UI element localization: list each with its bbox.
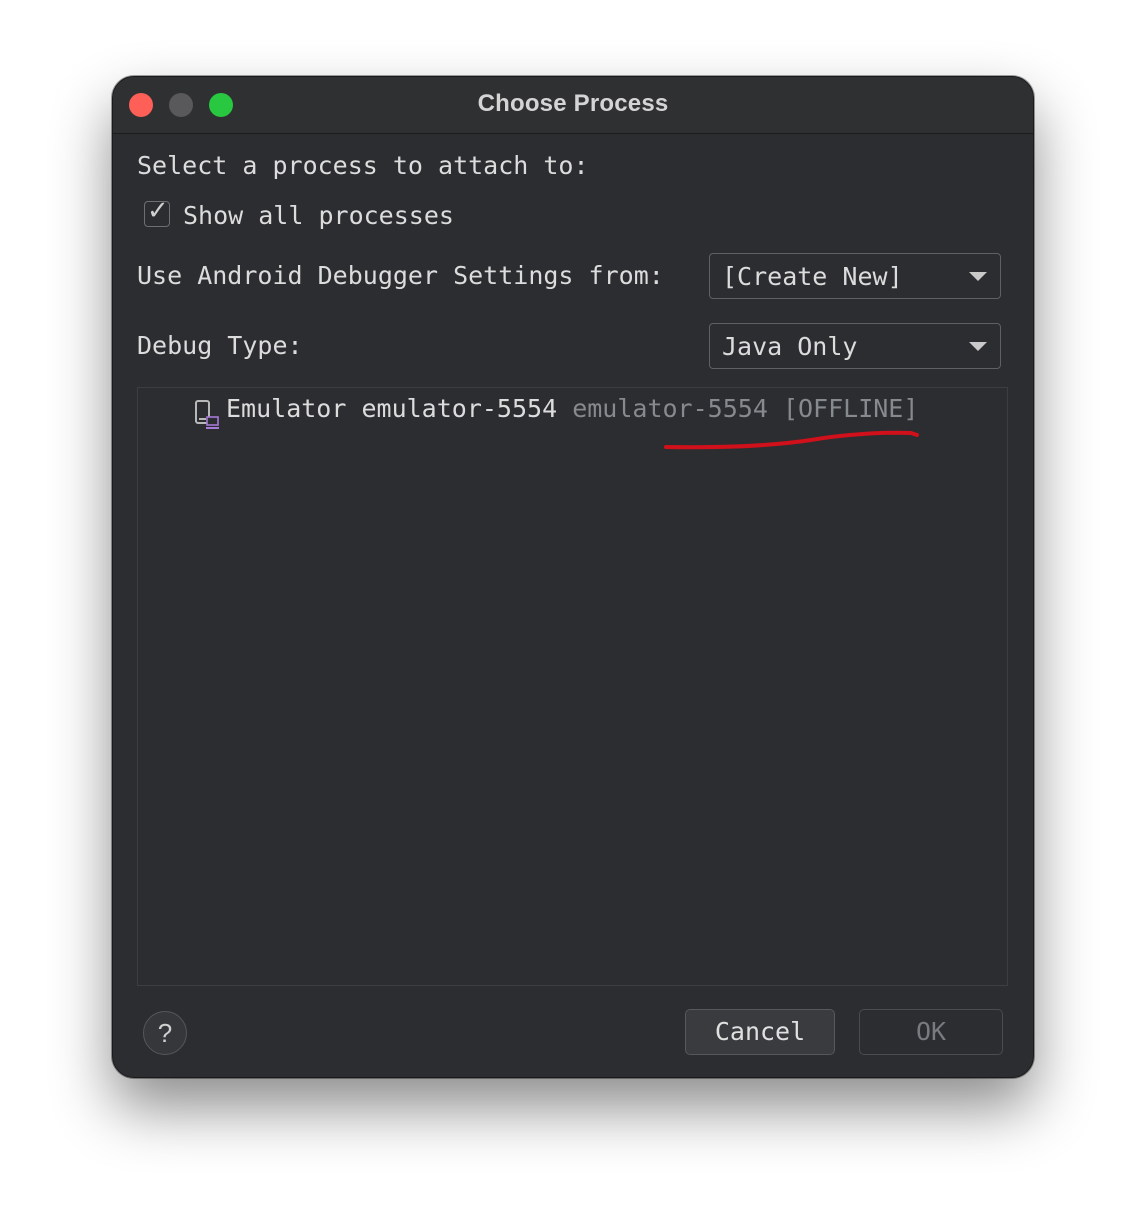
debug-type-dropdown[interactable]: Java Only <box>709 323 1001 369</box>
show-all-processes-label[interactable]: Show all processes <box>183 201 454 230</box>
debug-type-label: Debug Type: <box>137 331 303 360</box>
red-underline-annotation <box>664 430 919 450</box>
device-name: Emulator emulator-5554 <box>226 394 558 423</box>
process-list[interactable]: Emulator emulator-5554 emulator-5554 [OF… <box>137 387 1008 986</box>
title-bar: Choose Process <box>113 77 1033 134</box>
window-title: Choose Process <box>477 90 669 117</box>
debugger-settings-label: Use Android Debugger Settings from: <box>137 261 664 290</box>
help-button[interactable]: ? <box>143 1011 187 1055</box>
dropdown-arrow-icon <box>969 272 987 281</box>
debug-type-value: Java Only <box>722 332 858 361</box>
prompt-label: Select a process to attach to: <box>137 151 589 180</box>
device-status: [OFFLINE] <box>782 394 919 423</box>
choose-process-dialog: Choose Process Select a process to attac… <box>112 76 1034 1078</box>
debugger-settings-dropdown[interactable]: [Create New] <box>709 253 1001 299</box>
debugger-settings-value: [Create New] <box>722 262 903 291</box>
checkmark-icon: ✓ <box>147 196 169 226</box>
cancel-button[interactable]: Cancel <box>685 1009 835 1055</box>
device-icon <box>195 400 219 429</box>
device-serial: emulator-5554 <box>572 394 768 423</box>
dropdown-arrow-icon <box>969 342 987 351</box>
ok-button[interactable]: OK <box>859 1009 1003 1055</box>
show-all-processes-checkbox[interactable]: ✓ <box>144 196 170 227</box>
